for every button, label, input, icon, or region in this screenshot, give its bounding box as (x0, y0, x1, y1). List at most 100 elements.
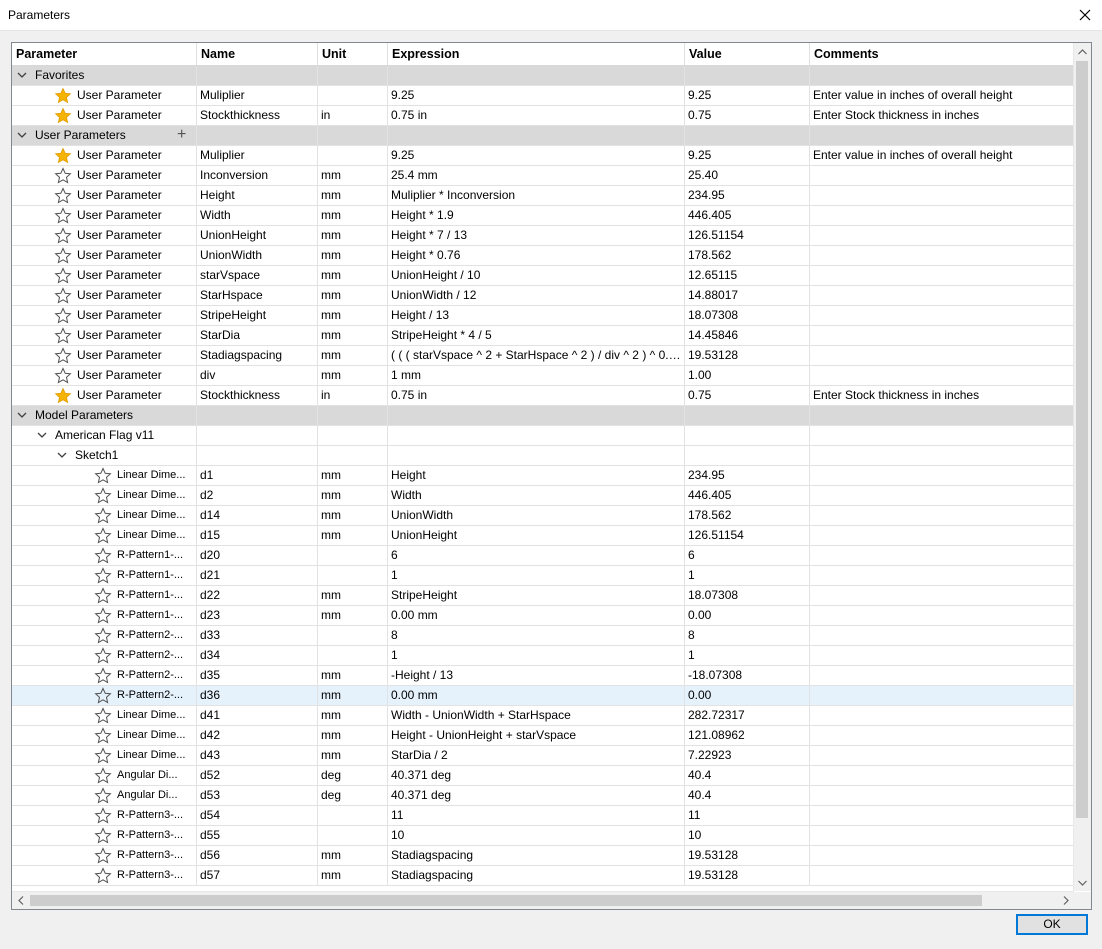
table-row[interactable]: R-Pattern1-... d21 1 1 (12, 566, 1074, 586)
comment-cell[interactable] (810, 546, 1074, 565)
table-row[interactable]: User Parameter StarDia mm StripeHeight * 4 … (12, 326, 1074, 346)
expression-cell[interactable]: 1 (388, 646, 684, 665)
table-row[interactable]: R-Pattern1-... d22 mm StripeHeight 18.07308 (12, 586, 1074, 606)
star-icon[interactable] (54, 167, 72, 185)
table-row[interactable]: R-Pattern3-... d56 mm Stadiagspacing 19.5312… (12, 846, 1074, 866)
unit-cell[interactable]: mm (318, 606, 387, 625)
expression-cell[interactable]: 40.371 deg (388, 766, 684, 785)
chevron-down-icon[interactable] (17, 70, 27, 80)
expression-cell[interactable]: 0.75 in (388, 386, 684, 405)
star-icon[interactable] (94, 707, 112, 725)
expression-cell[interactable]: 1 (388, 566, 684, 585)
expression-cell[interactable]: UnionHeight (388, 526, 684, 545)
name-cell[interactable]: starVspace (197, 266, 317, 285)
table-row[interactable]: User Parameter Height mm Muliplier * Inconv… (12, 186, 1074, 206)
table-row[interactable]: R-Pattern1-... d20 6 6 (12, 546, 1074, 566)
column-header-expression[interactable]: Expression (388, 43, 685, 65)
expression-cell[interactable]: StripeHeight (388, 586, 684, 605)
table-row[interactable]: R-Pattern2-... d35 mm -Height / 13 -18.07308 (12, 666, 1074, 686)
name-cell[interactable]: Stadiagspacing (197, 346, 317, 365)
unit-cell[interactable] (318, 546, 387, 565)
name-cell[interactable]: UnionHeight (197, 226, 317, 245)
table-row[interactable]: Linear Dime... d1 mm Height 234.95 (12, 466, 1074, 486)
expression-cell[interactable]: Height / 13 (388, 306, 684, 325)
comment-cell[interactable] (810, 346, 1074, 365)
comment-cell[interactable] (810, 306, 1074, 325)
name-cell[interactable]: Stockthickness (197, 386, 317, 405)
table-row[interactable]: Linear Dime... d2 mm Width 446.405 (12, 486, 1074, 506)
name-cell[interactable]: d15 (197, 526, 317, 545)
table-row[interactable]: User Parameter Stadiagspacing mm( ( ( star… (12, 346, 1074, 366)
comment-cell[interactable] (810, 746, 1074, 765)
star-icon[interactable] (54, 347, 72, 365)
vertical-scroll-thumb[interactable] (1076, 61, 1088, 818)
star-icon[interactable] (94, 507, 112, 525)
group-row[interactable]: Model Parameters (12, 406, 1074, 426)
table-row[interactable]: User Parameter starVspace mm UnionHeight / … (12, 266, 1074, 286)
expression-cell[interactable]: Height * 1.9 (388, 206, 684, 225)
column-header-value[interactable]: Value (685, 43, 810, 65)
name-cell[interactable]: Height (197, 186, 317, 205)
name-cell[interactable]: UnionWidth (197, 246, 317, 265)
comment-cell[interactable] (810, 706, 1074, 725)
table-row[interactable]: User Parameter div mm 1 mm 1.00 (12, 366, 1074, 386)
comment-cell[interactable] (810, 166, 1074, 185)
star-icon[interactable] (54, 207, 72, 225)
expression-cell[interactable]: 11 (388, 806, 684, 825)
chevron-down-icon[interactable] (37, 430, 47, 440)
comment-cell[interactable]: Enter value in inches of overall height (810, 86, 1074, 105)
comment-cell[interactable] (810, 626, 1074, 645)
column-header-parameter[interactable]: Parameter (12, 43, 197, 65)
name-cell[interactable]: d14 (197, 506, 317, 525)
expression-cell[interactable]: 0.00 mm (388, 686, 684, 705)
expression-cell[interactable]: Stadiagspacing (388, 866, 684, 885)
vertical-scrollbar[interactable] (1073, 43, 1091, 891)
star-icon[interactable] (94, 807, 112, 825)
expression-cell[interactable]: 8 (388, 626, 684, 645)
comment-cell[interactable] (810, 246, 1074, 265)
scroll-down-icon[interactable] (1074, 874, 1091, 891)
unit-cell[interactable]: mm (318, 506, 387, 525)
star-icon[interactable] (94, 467, 112, 485)
unit-cell[interactable]: mm (318, 746, 387, 765)
comment-cell[interactable]: Enter Stock thickness in inches (810, 106, 1074, 125)
unit-cell[interactable] (318, 626, 387, 645)
table-row[interactable]: R-Pattern2-... d34 1 1 (12, 646, 1074, 666)
expression-cell[interactable]: 1 mm (388, 366, 684, 385)
comment-cell[interactable] (810, 826, 1074, 845)
table-row[interactable]: User Parameter Inconversion mm 25.4 mm 25.40 (12, 166, 1074, 186)
comment-cell[interactable] (810, 266, 1074, 285)
name-cell[interactable]: d22 (197, 586, 317, 605)
comment-cell[interactable]: Enter value in inches of overall height (810, 146, 1074, 165)
star-icon[interactable] (54, 87, 72, 105)
column-header-comments[interactable]: Comments (810, 43, 1074, 65)
name-cell[interactable]: d55 (197, 826, 317, 845)
star-icon[interactable] (94, 827, 112, 845)
expression-cell[interactable]: 25.4 mm (388, 166, 684, 185)
table-row[interactable]: R-Pattern1-... d23 mm 0.00 mm 0.00 (12, 606, 1074, 626)
table-row[interactable]: R-Pattern3-... d54 11 11 (12, 806, 1074, 826)
table-row[interactable]: R-Pattern2-... d36 mm 0.00 mm 0.00 (12, 686, 1074, 706)
star-icon[interactable] (94, 567, 112, 585)
unit-cell[interactable]: mm (318, 686, 387, 705)
expression-cell[interactable]: -Height / 13 (388, 666, 684, 685)
name-cell[interactable]: d57 (197, 866, 317, 885)
column-header-unit[interactable]: Unit (318, 43, 388, 65)
unit-cell[interactable]: mm (318, 866, 387, 885)
unit-cell[interactable]: deg (318, 766, 387, 785)
unit-cell[interactable] (318, 566, 387, 585)
comment-cell[interactable] (810, 226, 1074, 245)
name-cell[interactable]: d43 (197, 746, 317, 765)
table-row[interactable]: R-Pattern2-... d33 8 8 (12, 626, 1074, 646)
name-cell[interactable]: d21 (197, 566, 317, 585)
unit-cell[interactable]: mm (318, 266, 387, 285)
unit-cell[interactable]: mm (318, 486, 387, 505)
table-row[interactable]: Linear Dime... d42 mm Height - UnionHeight … (12, 726, 1074, 746)
star-icon[interactable] (54, 367, 72, 385)
comment-cell[interactable] (810, 806, 1074, 825)
unit-cell[interactable]: mm (318, 466, 387, 485)
group-row[interactable]: User Parameters + (12, 126, 1074, 146)
unit-cell[interactable]: mm (318, 206, 387, 225)
star-icon[interactable] (94, 847, 112, 865)
unit-cell[interactable]: mm (318, 526, 387, 545)
